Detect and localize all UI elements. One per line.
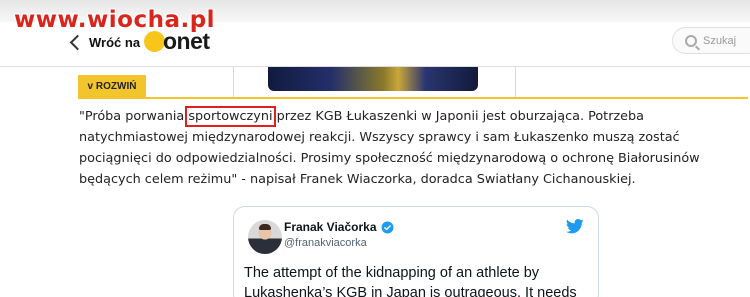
expand-text: ROZWIŃ	[95, 81, 137, 92]
tweet-author[interactable]: Franak Viačorka	[284, 220, 394, 234]
column-divider-left	[233, 67, 234, 99]
search-placeholder: Szukaj	[703, 34, 737, 47]
article-photo	[268, 67, 478, 91]
back-chevron-icon	[69, 34, 86, 50]
avatar[interactable]	[248, 220, 282, 254]
back-to-onet-link[interactable]: Wróć na	[69, 30, 141, 54]
verified-icon	[381, 221, 393, 233]
expand-label: v	[87, 81, 96, 92]
watermark: www.wiocha.pl	[14, 7, 216, 33]
quote-start: "Próba porwania	[79, 109, 189, 124]
search-input[interactable]: Szukaj	[672, 27, 750, 54]
column-divider-right	[515, 67, 516, 99]
expand-button[interactable]: v ROZWIŃ	[78, 75, 146, 98]
search-icon	[685, 34, 697, 47]
tweet-text: The attempt of the kidnapping of an athl…	[244, 265, 577, 297]
embedded-tweet[interactable]: Franak Viačorka @franakviacorka The atte…	[233, 206, 599, 297]
highlighted-word: sportowczyni	[185, 106, 276, 127]
back-label: Wróć na	[89, 34, 141, 50]
tweet-handle[interactable]: @franakviacorka	[284, 237, 367, 249]
twitter-bird-icon[interactable]	[566, 219, 584, 234]
article-quote: "Próba porwania sportowczyni przez KGB Ł…	[79, 106, 739, 190]
tweet-author-name: Franak Viačorka	[284, 220, 377, 234]
accent-divider	[78, 97, 748, 99]
onet-logo-dot	[144, 31, 165, 52]
